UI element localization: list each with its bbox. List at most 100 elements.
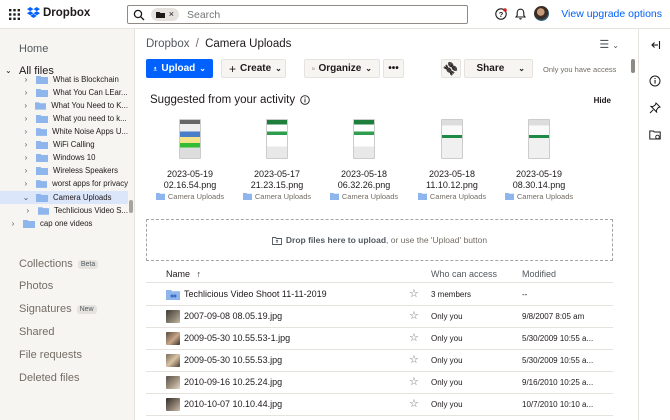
info-icon[interactable] bbox=[300, 95, 310, 105]
folder-activity-icon[interactable] bbox=[649, 129, 661, 141]
suggested-file-card[interactable]: 2023-05-17 21.23.15.png Camera Uploads bbox=[235, 119, 319, 201]
view-toggle[interactable]: ☰ ⌄ bbox=[599, 38, 619, 51]
sidebar-tree-item[interactable]: › White Noise Apps U... bbox=[0, 125, 128, 138]
chevron-down-icon[interactable]: ⌄ bbox=[22, 193, 30, 202]
sidebar-tree-label: What You Need to K... bbox=[51, 101, 128, 110]
column-header-access[interactable]: Who can access bbox=[431, 269, 497, 279]
sidebar-tree-item[interactable]: › Techlicious Video S... bbox=[0, 204, 128, 217]
bell-icon[interactable] bbox=[515, 8, 527, 20]
upload-button[interactable]: Upload ⌄ bbox=[146, 59, 213, 78]
sidebar-tree-item[interactable]: › Wireless Speakers bbox=[0, 164, 128, 177]
help-icon[interactable]: ? bbox=[495, 7, 508, 20]
create-button[interactable]: + Create ⌄ bbox=[221, 59, 286, 78]
table-row[interactable]: 2009-05-30 10.55.53.jpg ☆ Only you 5/30/200… bbox=[146, 350, 613, 372]
sidebar-tree-item[interactable]: › What you need to k... bbox=[0, 112, 128, 125]
copy-link-button[interactable]: ⛓ bbox=[441, 59, 461, 78]
sidebar-tree-label: Techlicious Video S... bbox=[54, 206, 128, 215]
suggested-file-card[interactable]: 2023-05-18 11.10.12.png Camera Uploads bbox=[410, 119, 494, 201]
star-icon[interactable]: ☆ bbox=[409, 309, 419, 322]
chevron-right-icon[interactable]: › bbox=[22, 153, 30, 162]
search-filter-chip[interactable]: × bbox=[151, 8, 179, 21]
chevron-right-icon[interactable]: › bbox=[22, 127, 30, 136]
sidebar-tree-item[interactable]: › What You Need to K... bbox=[0, 99, 128, 112]
file-name[interactable]: 2010-10-07 10.10.44.jpg bbox=[184, 399, 282, 409]
file-name[interactable]: Techlicious Video Shoot 11-11-2019 bbox=[184, 289, 327, 299]
app-name: Dropbox bbox=[43, 7, 91, 19]
file-name[interactable]: 2009-05-30 10.55.53.jpg bbox=[184, 355, 282, 365]
chevron-right-icon[interactable]: › bbox=[22, 88, 30, 97]
suggested-file-card[interactable]: 2023-05-19 02.16.54.png Camera Uploads bbox=[148, 119, 232, 201]
info-icon[interactable] bbox=[649, 75, 661, 87]
folder-icon bbox=[35, 101, 47, 110]
file-name[interactable]: 2010-09-16 10.25.24.jpg bbox=[184, 377, 282, 387]
suggested-file-card[interactable]: 2023-05-18 06.32.26.png Camera Uploads bbox=[322, 119, 406, 201]
chevron-right-icon[interactable]: › bbox=[22, 101, 29, 110]
table-row[interactable]: 2010-09-16 10.25.24.jpg ☆ Only you 9/16/201… bbox=[146, 372, 613, 394]
sidebar-tree-item[interactable]: › worst apps for privacy bbox=[0, 177, 128, 190]
column-header-name[interactable]: Name ↑ bbox=[166, 269, 201, 279]
hide-suggestions-button[interactable]: Hide bbox=[594, 96, 611, 105]
upgrade-link[interactable]: View upgrade options bbox=[561, 8, 662, 20]
share-button[interactable]: Share ⌄ bbox=[464, 59, 533, 78]
sidebar-item-photos[interactable]: Photos bbox=[19, 280, 53, 292]
more-actions-button[interactable]: ••• bbox=[383, 59, 404, 78]
avatar[interactable] bbox=[534, 6, 550, 21]
organize-button[interactable]: Organize ⌄ bbox=[304, 59, 380, 78]
file-thumbnail bbox=[528, 119, 550, 159]
sidebar-item-deleted-files[interactable]: Deleted files bbox=[19, 372, 80, 384]
sidebar-item-shared[interactable]: Shared bbox=[19, 326, 54, 338]
sidebar-item-home[interactable]: Home bbox=[19, 43, 48, 55]
star-icon[interactable]: ☆ bbox=[409, 331, 419, 344]
sidebar-item-collections[interactable]: Collections Beta bbox=[19, 258, 99, 270]
sidebar-item-file-requests[interactable]: File requests bbox=[19, 349, 82, 361]
suggested-file-card[interactable]: 2023-05-19 08.30.14.png Camera Uploads bbox=[497, 119, 581, 201]
sidebar-tree-item[interactable]: › What You Can LEar... bbox=[0, 86, 128, 99]
sidebar-tree-item[interactable]: › Windows 10 bbox=[0, 151, 128, 164]
star-icon[interactable]: ☆ bbox=[409, 353, 419, 366]
star-icon[interactable]: ☆ bbox=[409, 397, 419, 410]
sidebar-tree-label: WiFi Calling bbox=[53, 140, 95, 149]
sidebar-tree-item[interactable]: › WiFi Calling bbox=[0, 138, 128, 151]
top-bar: Dropbox × ? View upgrade options bbox=[0, 0, 670, 29]
table-row[interactable]: Techlicious Video Shoot 11-11-2019 ☆ 3 mem… bbox=[146, 284, 613, 306]
image-thumbnail bbox=[166, 354, 180, 367]
table-row[interactable]: 2010-10-07 10.10.44.jpg ☆ Only you 10/7/201… bbox=[146, 394, 613, 416]
pin-icon[interactable] bbox=[649, 102, 661, 114]
sidebar-tree-item[interactable]: › cap one videos bbox=[0, 217, 128, 230]
search-bar[interactable]: × bbox=[127, 5, 468, 24]
chevron-right-icon[interactable]: › bbox=[22, 75, 30, 84]
folder-icon bbox=[242, 193, 252, 200]
file-name[interactable]: 2009-05-30 10.55.53-1.jpg bbox=[184, 333, 290, 343]
collapse-panel-icon[interactable] bbox=[649, 39, 661, 51]
chevron-right-icon[interactable]: › bbox=[22, 114, 30, 123]
sidebar-tree-item[interactable]: ⌄ Camera Uploads bbox=[0, 191, 128, 204]
dropbox-logo[interactable]: Dropbox bbox=[27, 7, 90, 19]
star-icon[interactable]: ☆ bbox=[409, 375, 419, 388]
table-row[interactable]: 2009-05-30 10.55.53-1.jpg ☆ Only you 5/30/2… bbox=[146, 328, 613, 350]
search-input[interactable] bbox=[187, 8, 447, 21]
access-value: Only you bbox=[431, 400, 463, 409]
sidebar-item-signatures[interactable]: Signatures New bbox=[19, 303, 97, 315]
breadcrumb-parent[interactable]: Dropbox bbox=[146, 38, 189, 50]
folder-tree-scrollbar[interactable] bbox=[129, 71, 133, 249]
chevron-right-icon[interactable]: › bbox=[22, 166, 30, 175]
chevron-right-icon[interactable]: › bbox=[22, 140, 30, 149]
main-scrollbar[interactable] bbox=[630, 56, 636, 420]
suggested-title-text: Suggested from your activity bbox=[150, 94, 296, 106]
file-name[interactable]: 2007-09-08 08.05.19.jpg bbox=[184, 311, 282, 321]
upload-dropzone[interactable]: Drop files here to upload, or use the 'U… bbox=[146, 219, 613, 261]
chevron-right-icon[interactable]: › bbox=[9, 219, 17, 228]
star-icon[interactable]: ☆ bbox=[409, 287, 419, 300]
column-header-modified[interactable]: Modified bbox=[522, 269, 556, 279]
app-grid-icon[interactable] bbox=[9, 9, 20, 20]
file-name-line2: 08.30.14.png bbox=[512, 180, 566, 190]
chevron-right-icon[interactable]: › bbox=[24, 206, 32, 215]
table-row[interactable]: 2007-09-08 08.05.19.jpg ☆ Only you 9/8/2007… bbox=[146, 306, 613, 328]
sidebar-tree-item[interactable]: › What is Blockchain bbox=[0, 73, 128, 86]
modified-value: 10/7/2010 10:10 a... bbox=[522, 400, 594, 409]
new-badge: New bbox=[76, 304, 97, 314]
chevron-right-icon[interactable]: › bbox=[22, 179, 30, 188]
folder-icon bbox=[23, 219, 35, 228]
file-location: Camera Uploads bbox=[148, 192, 232, 201]
close-icon[interactable]: × bbox=[169, 10, 174, 19]
